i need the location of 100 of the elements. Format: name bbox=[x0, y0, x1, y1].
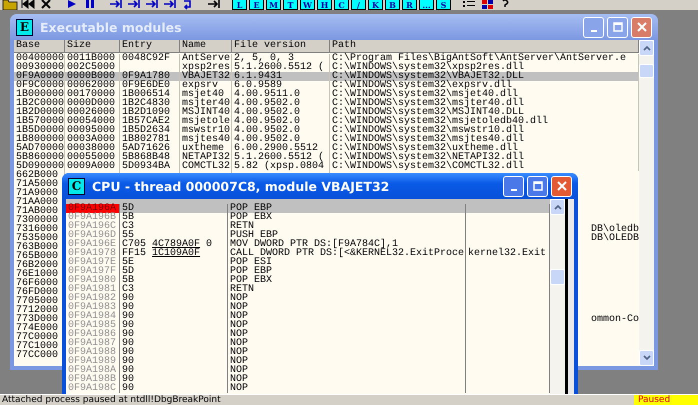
scrollbar[interactable] bbox=[639, 40, 654, 366]
table-cell: 00170000 bbox=[67, 90, 116, 99]
table-cell: C:\WINDOWS\system32\COMCTL32.dll bbox=[332, 162, 524, 171]
window-button[interactable]: M bbox=[266, 0, 281, 10]
table-cell: 0009A000 bbox=[67, 162, 116, 171]
table-cell: C:\WINDOWS\system32\uxtheme.dll bbox=[332, 144, 518, 153]
table-cell: 90 bbox=[122, 384, 134, 393]
table-cell: 00400000 bbox=[16, 54, 64, 63]
table-cell: 0000D000 bbox=[67, 99, 116, 108]
scroll-thumb[interactable] bbox=[639, 64, 654, 78]
table-cell: 773D000 bbox=[16, 315, 58, 324]
table-cell: DB\oledb bbox=[590, 225, 639, 234]
arrow-icon[interactable] bbox=[108, 0, 124, 10]
window-button[interactable]: C bbox=[334, 0, 349, 10]
table-cell: 5AD70000 bbox=[16, 144, 64, 153]
table-cell: 0F9C0000 bbox=[16, 81, 64, 90]
column-header[interactable]: Base bbox=[14, 40, 65, 53]
table-cell: 5D0934BA bbox=[122, 162, 170, 171]
table-cell: 1B57CAE2 bbox=[122, 117, 170, 126]
scroll-up-button[interactable] bbox=[639, 40, 654, 56]
table-cell: mswstr10 bbox=[182, 126, 230, 135]
table-cell: 4.00.9502.0 bbox=[234, 99, 300, 108]
window-button[interactable]: S bbox=[436, 0, 451, 10]
address-cell: 0F9A1985 bbox=[66, 321, 120, 330]
column-header[interactable]: Size bbox=[65, 40, 120, 53]
window-button[interactable]: R bbox=[402, 0, 417, 10]
scrollbar[interactable] bbox=[550, 199, 565, 394]
table-cell: 0F9A0000 bbox=[16, 72, 64, 81]
window-button[interactable]: T bbox=[283, 0, 298, 10]
table-row[interactable]: 0F9A0000 0000B000 0F9A1780 VBAJET32 6.1.9431 C:\WINDOWS\system32\VBAJET32.DLL bbox=[14, 72, 639, 81]
address-cell: 0F9A197E bbox=[66, 258, 120, 267]
table-cell: 774E000 bbox=[16, 324, 58, 333]
window-button[interactable]: H bbox=[317, 0, 332, 10]
arrow-icon[interactable] bbox=[144, 0, 160, 10]
table-cell: NOP bbox=[230, 366, 248, 375]
folder-icon[interactable] bbox=[2, 0, 18, 10]
address-cell: 0F9A196A bbox=[66, 204, 120, 213]
table-cell: C:\WINDOWS\system32\MSJINT40.DLL bbox=[332, 108, 524, 117]
scroll-down-button[interactable] bbox=[639, 350, 654, 366]
table-cell: VBAJET32 bbox=[182, 72, 230, 81]
window-button[interactable]: B bbox=[385, 0, 400, 10]
maximize-button[interactable] bbox=[527, 176, 548, 196]
table-cell: NOP bbox=[230, 375, 248, 384]
list-icon[interactable] bbox=[461, 0, 477, 10]
table-cell: C:\WINDOWS\system32\mswstr10.dll bbox=[332, 126, 524, 135]
table-cell: NOP bbox=[230, 339, 248, 348]
table-cell: 1B5D0000 bbox=[16, 126, 64, 135]
column-header[interactable]: Entry bbox=[120, 40, 180, 53]
table-cell: POP EBX bbox=[230, 276, 272, 285]
window-button[interactable]: / bbox=[351, 0, 366, 10]
table-cell: 2, 5, 0, 3 bbox=[234, 54, 294, 63]
table-cell: msjet40 bbox=[182, 90, 224, 99]
table-cell: 5B868B48 bbox=[122, 153, 170, 162]
table-cell: 1B2C0000 bbox=[16, 99, 64, 108]
windows-icon[interactable] bbox=[479, 0, 495, 10]
minimize-icon bbox=[590, 30, 596, 32]
arrow-icon[interactable] bbox=[126, 0, 142, 10]
table-cell: 5D bbox=[122, 204, 134, 213]
table-cell: 1B2D1090 bbox=[122, 108, 170, 117]
status-state: Paused bbox=[634, 395, 698, 405]
table-cell: 0003A000 bbox=[67, 135, 116, 144]
address-cell: 0F9A196E bbox=[66, 240, 120, 249]
column-header[interactable]: Name bbox=[180, 40, 232, 53]
table-cell: 7705000 bbox=[16, 297, 58, 306]
table-cell: CALL DWORD PTR DS:[<&KERNEL32.ExitProce bbox=[230, 249, 464, 258]
window-button[interactable]: K bbox=[368, 0, 383, 10]
table-cell: ommon-Co bbox=[590, 315, 639, 324]
table-cell: 1B000000 bbox=[16, 90, 64, 99]
table-cell: C3 bbox=[122, 285, 134, 294]
address-cell: 0F9A1982 bbox=[66, 294, 120, 303]
scroll-thumb[interactable] bbox=[550, 269, 565, 285]
table-cell: 5.1.2600.5512 ( bbox=[234, 153, 324, 162]
window-button[interactable]: W bbox=[300, 0, 315, 10]
close-button[interactable] bbox=[551, 176, 572, 196]
close-button[interactable] bbox=[631, 16, 652, 38]
rewind-icon[interactable] bbox=[20, 0, 36, 10]
column-header[interactable]: Path bbox=[330, 40, 639, 53]
address-cell: 0F9A198B bbox=[66, 375, 120, 384]
window-button[interactable]: L bbox=[232, 0, 247, 10]
table-cell: C:\WINDOWS\system32\NETAPI32.dll bbox=[332, 153, 524, 162]
table-cell: C:\WINDOWS\system32\VBAJET32.DLL bbox=[332, 72, 524, 81]
table-cell: 76B2000 bbox=[16, 261, 58, 270]
table-cell: PUSH EBP bbox=[230, 231, 278, 240]
column-header[interactable]: File version bbox=[232, 40, 330, 53]
arrow-icon[interactable] bbox=[162, 0, 178, 10]
table-cell: C705 4C789A0F 0 bbox=[122, 240, 212, 249]
scroll-up-button[interactable] bbox=[550, 199, 565, 215]
window-button[interactable]: E bbox=[249, 0, 264, 10]
arrow-icon[interactable] bbox=[206, 0, 222, 10]
table-cell: 00055000 bbox=[67, 153, 116, 162]
table-cell: 90 bbox=[122, 357, 134, 366]
window-button[interactable]: ... bbox=[419, 0, 434, 10]
table-cell: FF15 1C109A0F bbox=[122, 249, 200, 258]
caret-up-icon bbox=[642, 43, 652, 53]
table-cell: msjter40 bbox=[182, 99, 230, 108]
minimize-button[interactable] bbox=[503, 176, 524, 196]
table-row[interactable]: 0F9A196A 5D POP EBP bbox=[66, 204, 550, 213]
address-cell: 0F9A1989 bbox=[66, 357, 120, 366]
table-cell: 1B006514 bbox=[122, 90, 170, 99]
table-cell: 5E bbox=[122, 258, 134, 267]
